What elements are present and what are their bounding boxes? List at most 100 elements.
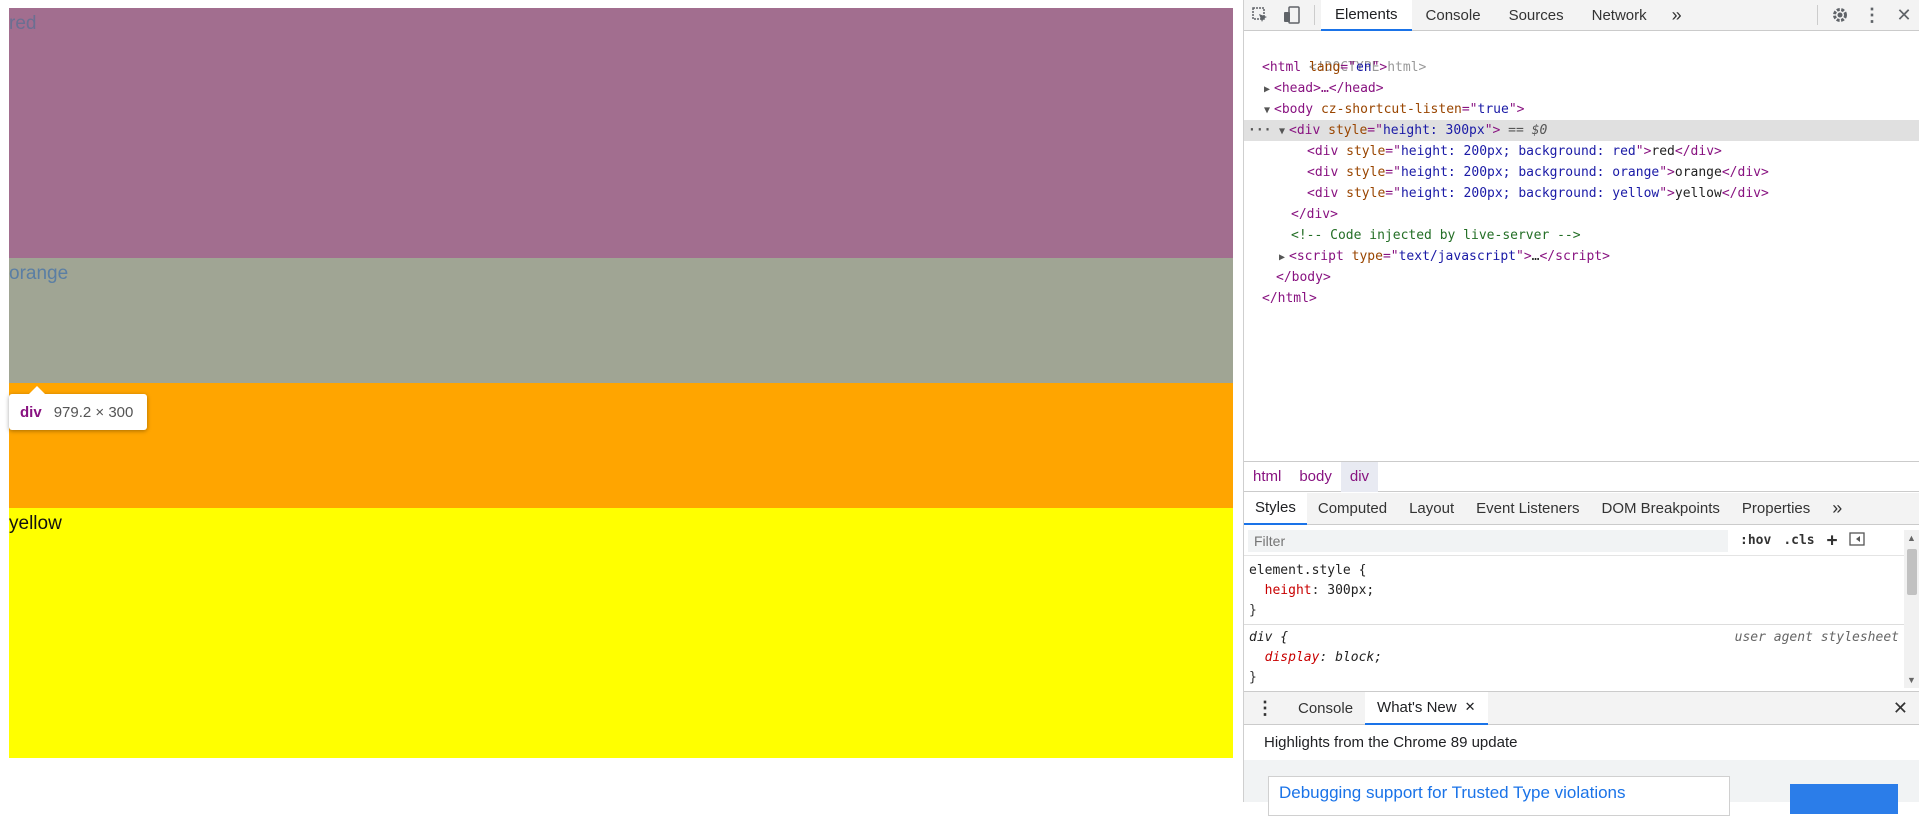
dom-div-close[interactable]: </div> [1244,204,1919,225]
body-close-text: </body> [1276,270,1331,285]
rule-height-declaration[interactable]: height: 300px; [1249,581,1899,601]
hover-state-button[interactable]: :hov [1740,533,1771,548]
orange-block-overflow [9,383,1233,508]
class-toggle-button[interactable]: .cls [1783,533,1814,548]
expand-triangle-icon[interactable]: ▶ [1279,247,1289,268]
dom-doctype[interactable]: <!DOCTYPE html> [1244,36,1919,75]
tab-properties[interactable]: Properties [1731,493,1821,525]
user-agent-source: user agent stylesheet [1734,630,1899,645]
tab-event-listeners[interactable]: Event Listeners [1465,493,1590,525]
dom-script[interactable]: ▶ <script type="text/javascript">…</scrip… [1244,246,1919,267]
rule-element-style-selector[interactable]: element.style { [1249,561,1899,581]
dom-body-close[interactable]: </body> [1244,267,1919,288]
dom-comment[interactable]: <!-- Code injected by live-server --> [1244,225,1919,246]
new-rule-button[interactable]: + [1827,530,1838,551]
close-devtools-icon[interactable]: ✕ [1888,0,1919,31]
child-text: yellow [1674,186,1722,201]
page-viewport: red orange yellow div 979.2 × 300 [0,0,1243,802]
devtools-panel: Elements Console Sources Network » ⋮ ✕ <… [1243,0,1919,816]
html-attr-value: en [1355,60,1372,75]
close-drawer-icon[interactable]: ✕ [1881,692,1919,725]
whats-new-label: What's New [1377,698,1457,716]
child-style: height: 200px; background: orange [1400,165,1660,180]
element-style-selector: element.style { [1249,563,1367,578]
dom-html-close[interactable]: </html> [1244,288,1919,309]
promo-image [1790,784,1898,814]
tab-console[interactable]: Console [1412,0,1495,31]
tab-styles[interactable]: Styles [1244,492,1307,525]
rule-close-brace: } [1249,668,1899,688]
more-options-icon[interactable]: ⋮ [1856,0,1888,31]
child-text: red [1651,144,1675,159]
tooltip-tag: div [20,403,42,421]
whats-new-highlights: Highlights from the Chrome 89 update [1264,734,1518,751]
html-attr: lang [1308,60,1341,75]
more-tabs-icon[interactable]: » [1661,0,1693,31]
breadcrumb-html[interactable]: html [1244,462,1290,492]
dom-head[interactable]: ▶ <head>…</head> [1244,78,1919,99]
tab-elements[interactable]: Elements [1321,0,1412,31]
child-text: orange [1674,165,1722,180]
html-tag: html [1269,60,1302,75]
red-block: red [9,8,1233,258]
div-close-text: </div> [1291,207,1338,222]
drawer-tab-console[interactable]: Console [1286,692,1365,725]
child-style: height: 200px; background: red [1400,144,1636,159]
collapse-triangle-icon[interactable]: ▼ [1279,121,1289,142]
tab-computed[interactable]: Computed [1307,493,1398,525]
property-name[interactable]: height [1265,583,1312,598]
dom-child-yellow[interactable]: <div style="height: 200px; background: y… [1244,183,1919,204]
ellipsis-icon[interactable]: ··· [1248,120,1271,141]
expand-triangle-icon[interactable]: ▶ [1264,79,1274,100]
body-attr-value: true [1477,102,1509,117]
tab-sources[interactable]: Sources [1495,0,1578,31]
html-close-text: </html> [1262,291,1317,306]
head-text: <head>…</head> [1274,81,1384,96]
inspect-element-icon[interactable] [1244,0,1276,31]
styles-filter-input[interactable] [1248,529,1728,552]
close-brace: } [1249,670,1257,685]
yellow-block-label: yellow [9,513,62,534]
close-brace: } [1249,603,1257,618]
selected-marker: == $0 [1508,123,1548,138]
drawer-tab-whats-new[interactable]: What's New ✕ [1365,691,1488,725]
rule-div-selector[interactable]: div {user agent stylesheet [1249,628,1899,648]
device-toolbar-icon[interactable] [1276,0,1308,31]
toggle-sidebar-icon[interactable] [1849,531,1866,551]
scrollbar-thumb[interactable] [1907,549,1917,595]
body-attr: cz-shortcut-listen [1320,102,1462,117]
tooltip-dimensions: 979.2 × 300 [53,403,134,421]
drawer-tabbar: ⋮ Console What's New ✕ ✕ [1244,691,1919,725]
drawer-menu-icon[interactable]: ⋮ [1244,692,1286,725]
dom-child-red[interactable]: <div style="height: 200px; background: r… [1244,141,1919,162]
breadcrumb-body[interactable]: body [1290,462,1341,492]
comment-text: <!-- Code injected by live-server --> [1291,228,1581,243]
tab-layout[interactable]: Layout [1398,493,1465,525]
yellow-block: yellow [9,508,1233,758]
toolbar-separator [1314,5,1315,25]
property-value[interactable]: 300px; [1327,583,1374,598]
orange-block-label: orange [9,263,69,284]
collapse-triangle-icon[interactable]: ▼ [1264,100,1274,121]
tab-network[interactable]: Network [1578,0,1661,31]
rule-divider [1244,624,1904,625]
dom-selected-div[interactable]: ··· ▼ <div style="height: 300px"> == $0 [1244,120,1919,141]
dom-html-open[interactable]: <html lang="en"> [1244,57,1919,78]
close-tab-icon[interactable]: ✕ [1465,699,1476,715]
settings-gear-icon[interactable] [1824,0,1856,31]
breadcrumb-div[interactable]: div [1340,461,1379,492]
tab-dom-breakpoints[interactable]: DOM Breakpoints [1591,493,1731,525]
scroll-up-icon[interactable]: ▲ [1907,533,1916,543]
element-inspect-tooltip: div 979.2 × 300 [9,386,147,430]
orange-block: orange [9,258,1233,383]
whats-new-card[interactable]: Debugging support for Trusted Type viola… [1268,776,1730,816]
red-block-label: red [9,13,37,34]
scroll-down-icon[interactable]: ▼ [1907,675,1916,685]
dom-child-orange[interactable]: <div style="height: 200px; background: o… [1244,162,1919,183]
dom-body-open[interactable]: ▼ <body cz-shortcut-listen="true"> [1244,99,1919,120]
child-style: height: 200px; background: yellow [1400,186,1660,201]
property-value: block; [1335,650,1383,665]
styles-scrollbar[interactable]: ▲ ▼ [1904,530,1919,688]
more-subtabs-icon[interactable]: » [1821,493,1853,525]
styles-filter-bar: :hov .cls + [1244,526,1919,556]
